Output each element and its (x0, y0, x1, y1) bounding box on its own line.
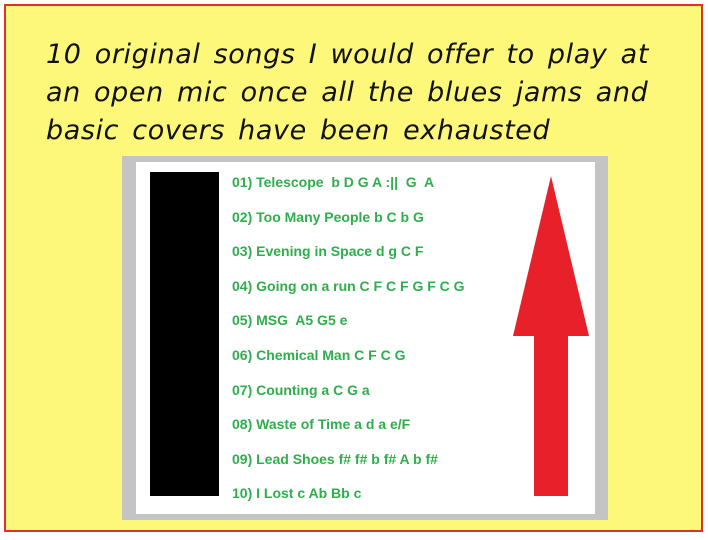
song-item: 05) MSG A5 G5 e (232, 312, 348, 329)
song-item: 08) Waste of Time a d a e/F (232, 416, 411, 433)
song-item: 02) Too Many People b C b G (232, 208, 424, 225)
song-item: 04) Going on a run C F C F G F C G (232, 277, 465, 294)
up-arrow-icon (513, 176, 589, 496)
song-item: 03) Evening in Space d g C F (232, 243, 424, 260)
song-item: 01) Telescope b D G A :|| G A (232, 174, 435, 190)
up-arrow-shape (513, 176, 589, 496)
song-list: 01) Telescope b D G A :|| G A 02) Too Ma… (232, 170, 465, 516)
song-item: 06) Chemical Man C F C G (232, 346, 406, 363)
song-item: 10) I Lost c Ab Bb c (232, 485, 362, 502)
song-panel-inner: 01) Telescope b D G A :|| G A 02) Too Ma… (136, 162, 595, 514)
song-item: 09) Lead Shoes f# f# b f# A b f# (232, 450, 438, 467)
black-bar (150, 172, 219, 496)
song-panel: 01) Telescope b D G A :|| G A 02) Too Ma… (122, 156, 608, 520)
poster-heading: 10 original songs I would offer to play … (46, 39, 650, 146)
song-item: 07) Counting a C G a (232, 381, 370, 398)
